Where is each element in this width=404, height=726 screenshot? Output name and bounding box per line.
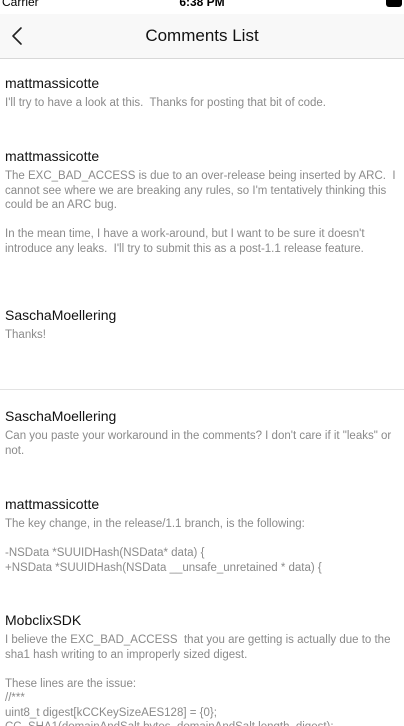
comment-body: Can you paste your workaround in the com… — [5, 430, 395, 457]
comment-author: SaschaMoellering — [5, 307, 117, 323]
comment-body: Thanks! — [5, 329, 46, 341]
section-divider — [0, 389, 404, 390]
comment-item: SaschaMoellering Thanks! — [5, 307, 399, 343]
comment-author: MobclixSDK — [5, 612, 82, 628]
comment-item: mattmassicotte I'll try to have a look a… — [5, 75, 399, 111]
comment-item: mattmassicotte The EXC_BAD_ACCESS is due… — [5, 148, 399, 256]
navigation-bar: Comments List — [0, 14, 404, 59]
page-title: Comments List — [145, 26, 259, 45]
comment-item: SaschaMoellering Can you paste your work… — [5, 408, 399, 458]
comment-author: mattmassicotte — [5, 75, 100, 91]
comment-body: The key change, in the release/1.1 branc… — [5, 518, 322, 574]
comment-item: MobclixSDK I believe the EXC_BAD_ACCESS … — [5, 612, 399, 726]
comments-list[interactable]: mattmassicotte I'll try to have a look a… — [0, 59, 404, 726]
comment-body: I'll try to have a look at this. Thanks … — [5, 97, 326, 109]
comment-author: mattmassicotte — [5, 496, 100, 512]
comment-body: I believe the EXC_BAD_ACCESS that you ar… — [5, 634, 391, 726]
status-bar: Carrier 6:38 PM — [0, 0, 404, 12]
comment-body: The EXC_BAD_ACCESS is due to an over-rel… — [5, 170, 396, 255]
comment-author: mattmassicotte — [5, 148, 100, 164]
comment-item: mattmassicotte The key change, in the re… — [5, 496, 399, 575]
status-time: 6:38 PM — [179, 0, 225, 9]
comment-author: SaschaMoellering — [5, 408, 117, 424]
battery-icon — [386, 0, 402, 7]
